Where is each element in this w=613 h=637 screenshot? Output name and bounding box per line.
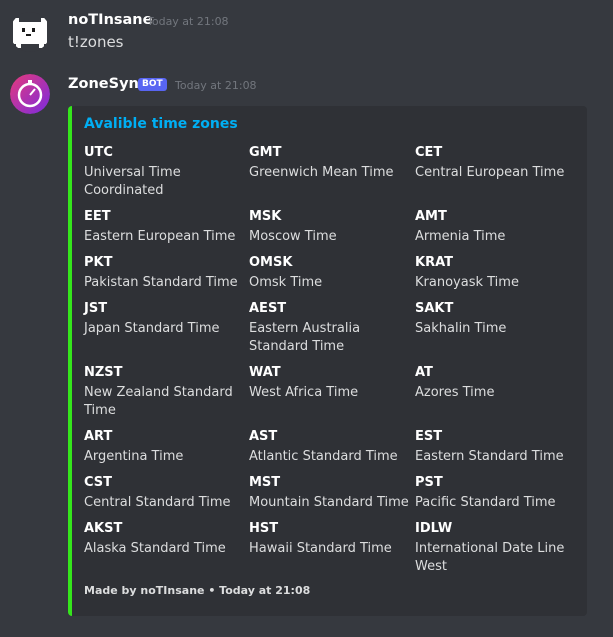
field-name: ART — [84, 429, 113, 444]
dog-avatar-icon — [10, 12, 50, 52]
field-value: Eastern Australia Standard Time — [249, 321, 361, 354]
field-name: NZST — [84, 365, 123, 380]
field-value: Armenia Time — [415, 229, 506, 244]
field-value: Kranoyask Time — [415, 275, 519, 290]
field-name: HST — [249, 521, 279, 536]
bot-username[interactable]: ZoneSync — [68, 76, 147, 92]
field-name: AKST — [84, 521, 123, 536]
message-user: noTInsane Today at 21:08 t!zones — [0, 0, 613, 60]
field-omsk: OMSK Omsk Time — [249, 254, 411, 292]
timestamp: Today at 21:08 — [175, 79, 257, 92]
field-value: Japan Standard Time — [84, 321, 220, 336]
field-value: Eastern European Time — [84, 229, 236, 244]
field-sakt: SAKT Sakhalin Time — [415, 300, 577, 338]
field-name: KRAT — [415, 255, 454, 270]
field-cst: CST Central Standard Time — [84, 474, 246, 512]
field-msk: MSK Moscow Time — [249, 208, 411, 246]
field-value: New Zealand Standard Time — [84, 385, 233, 418]
field-cet: CET Central European Time — [415, 144, 577, 182]
field-value: Argentina Time — [84, 449, 184, 464]
field-art: ART Argentina Time — [84, 428, 246, 466]
field-name: SAKT — [415, 301, 454, 316]
field-name: UTC — [84, 145, 113, 160]
field-value: Omsk Time — [249, 275, 323, 290]
field-name: MSK — [249, 209, 282, 224]
timestamp: Today at 21:08 — [147, 15, 229, 28]
field-name: AST — [249, 429, 278, 444]
field-value: Mountain Standard Time — [249, 495, 409, 510]
field-name: GMT — [249, 145, 282, 160]
field-jst: JST Japan Standard Time — [84, 300, 246, 338]
field-value: West Africa Time — [249, 385, 359, 400]
field-value: Central European Time — [415, 165, 565, 180]
stopwatch-avatar-icon — [10, 74, 50, 114]
field-name: EET — [84, 209, 111, 224]
field-ast: AST Atlantic Standard Time — [249, 428, 411, 466]
field-name: AEST — [249, 301, 287, 316]
field-name: CST — [84, 475, 113, 490]
field-hst: HST Hawaii Standard Time — [249, 520, 411, 558]
bot-badge: BOT — [138, 78, 167, 91]
field-utc: UTC Universal Time Coordinated — [84, 144, 246, 200]
field-name: JST — [84, 301, 108, 316]
user-avatar[interactable] — [10, 12, 50, 52]
field-name: WAT — [249, 365, 281, 380]
field-value: Hawaii Standard Time — [249, 541, 392, 556]
field-nzst: NZST New Zealand Standard Time — [84, 364, 246, 420]
field-value: Pacific Standard Time — [415, 495, 556, 510]
field-idlw: IDLW International Date Line West — [415, 520, 577, 576]
field-est: EST Eastern Standard Time — [415, 428, 577, 466]
field-value: Sakhalin Time — [415, 321, 507, 336]
field-value: Pakistan Standard Time — [84, 275, 238, 290]
field-value: International Date Line West — [415, 541, 565, 574]
field-value: Atlantic Standard Time — [249, 449, 398, 464]
field-value: Universal Time Coordinated — [84, 165, 181, 198]
field-gmt: GMT Greenwich Mean Time — [249, 144, 411, 182]
field-name: OMSK — [249, 255, 293, 270]
field-value: Alaska Standard Time — [84, 541, 226, 556]
field-name: MST — [249, 475, 281, 490]
field-name: AMT — [415, 209, 447, 224]
embed-title[interactable]: Avalible time zones — [84, 116, 238, 132]
field-value: Eastern Standard Time — [415, 449, 564, 464]
field-name: CET — [415, 145, 443, 160]
field-at: AT Azores Time — [415, 364, 577, 402]
field-krat: KRAT Kranoyask Time — [415, 254, 577, 292]
field-name: IDLW — [415, 521, 453, 536]
field-wat: WAT West Africa Time — [249, 364, 411, 402]
field-pkt: PKT Pakistan Standard Time — [84, 254, 246, 292]
embed-footer: Made by noTInsane • Today at 21:08 — [84, 584, 311, 597]
username[interactable]: noTInsane — [68, 12, 152, 28]
field-aest: AEST Eastern Australia Standard Time — [249, 300, 411, 356]
message-text: t!zones — [68, 33, 124, 51]
field-name: AT — [415, 365, 433, 380]
field-value: Moscow Time — [249, 229, 337, 244]
field-akst: AKST Alaska Standard Time — [84, 520, 246, 558]
field-value: Central Standard Time — [84, 495, 231, 510]
field-amt: AMT Armenia Time — [415, 208, 577, 246]
field-name: EST — [415, 429, 443, 444]
field-value: Greenwich Mean Time — [249, 165, 394, 180]
field-name: PKT — [84, 255, 113, 270]
field-mst: MST Mountain Standard Time — [249, 474, 411, 512]
field-eet: EET Eastern European Time — [84, 208, 246, 246]
field-name: PST — [415, 475, 443, 490]
embed-card: Avalible time zones UTC Universal Time C… — [68, 106, 587, 616]
bot-avatar[interactable] — [10, 74, 50, 114]
field-value: Azores Time — [415, 385, 495, 400]
field-pst: PST Pacific Standard Time — [415, 474, 577, 512]
